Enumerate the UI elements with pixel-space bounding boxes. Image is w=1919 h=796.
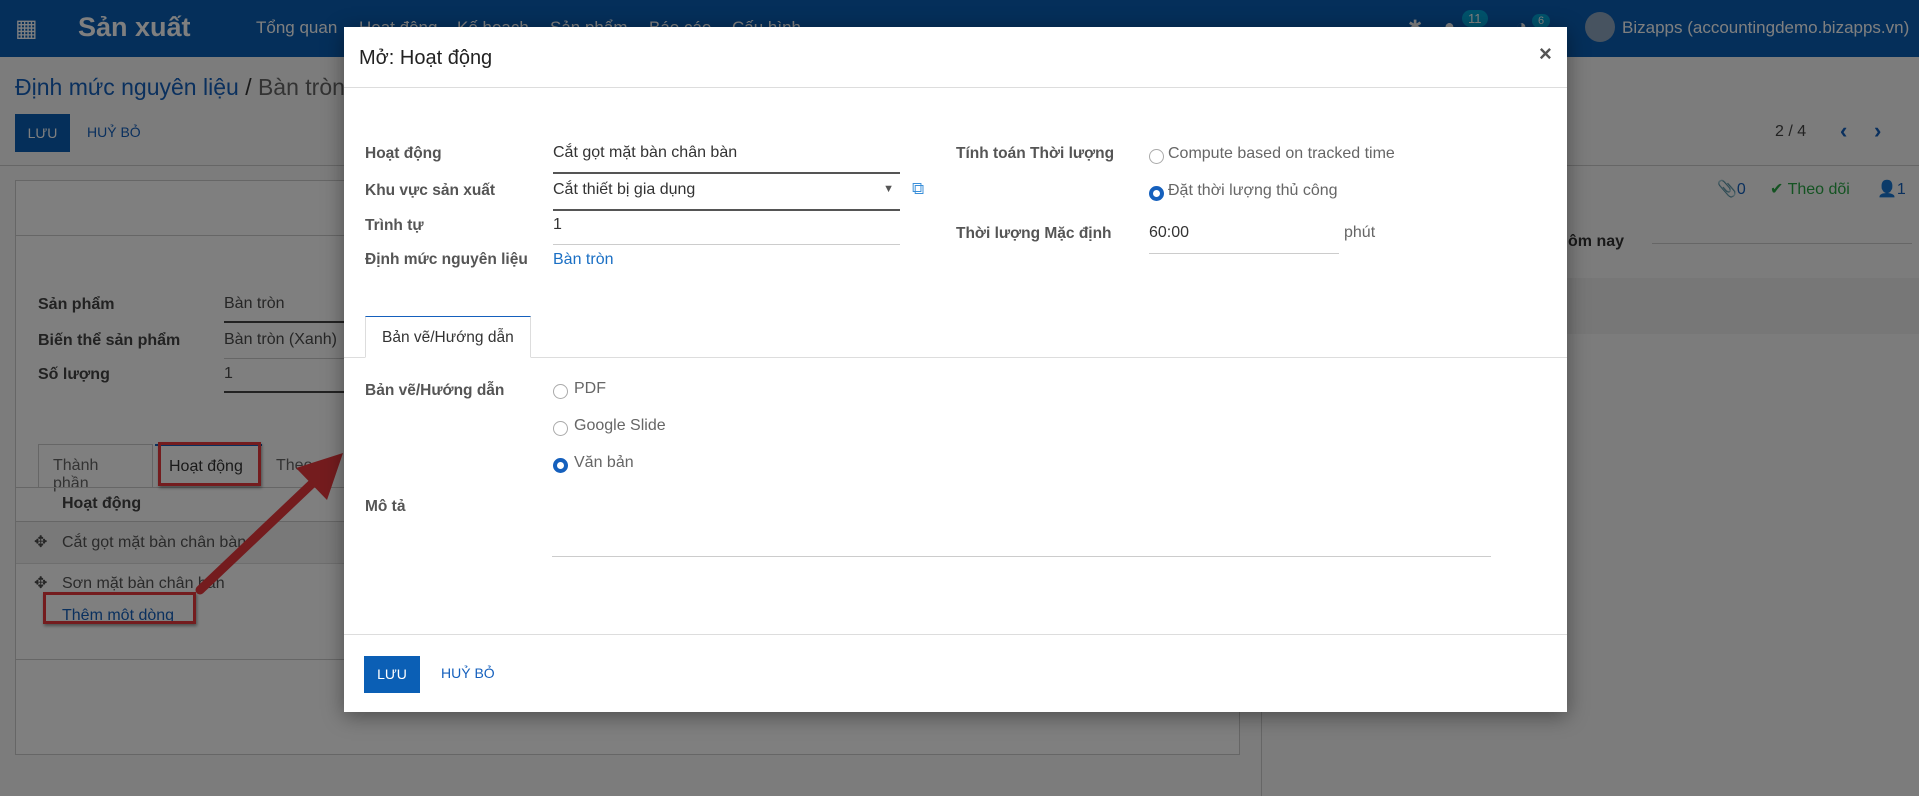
sequence-label: Trình tự — [365, 217, 424, 234]
tab-worksheet[interactable]: Bản vẽ/Hướng dẫn — [365, 316, 531, 358]
sequence-input[interactable]: 1 — [553, 216, 900, 245]
workcenter-value: Cắt thiết bị gia dụng — [553, 181, 696, 198]
workcenter-select[interactable]: Cắt thiết bị gia dụng ▼ — [553, 181, 900, 211]
radio-pdf[interactable] — [553, 384, 568, 399]
caret-down-icon[interactable]: ▼ — [883, 183, 894, 195]
dialog-title: Mở: Hoạt động — [359, 47, 493, 69]
external-link-icon[interactable]: ⧉ — [912, 179, 924, 199]
option-tracked-time: Compute based on tracked time — [1168, 145, 1395, 162]
description-label: Mô tả — [365, 498, 406, 515]
activity-dialog: Mở: Hoạt động × Hoạt động Cắt gọt mặt bà… — [344, 27, 1567, 712]
close-icon[interactable]: × — [1539, 41, 1552, 67]
header-divider — [344, 87, 1567, 88]
dialog-cancel-button[interactable]: HUỶ BỎ — [441, 665, 495, 681]
option-pdf: PDF — [574, 380, 606, 397]
radio-text[interactable] — [553, 458, 568, 473]
radio-manual-duration[interactable] — [1149, 186, 1164, 201]
footer-divider — [344, 634, 1567, 635]
operation-label: Hoạt động — [365, 145, 442, 162]
workcenter-label: Khu vực sản xuất — [365, 182, 496, 199]
option-manual-duration: Đặt thời lượng thủ công — [1168, 182, 1338, 199]
worksheet-label: Bản vẽ/Hướng dẫn — [365, 382, 505, 399]
option-google-slide: Google Slide — [574, 417, 666, 434]
operation-input[interactable]: Cắt gọt mặt bàn chân bàn — [553, 144, 900, 174]
duration-unit: phút — [1344, 224, 1376, 241]
description-textarea[interactable] — [552, 497, 1491, 557]
dialog-save-button[interactable]: LƯU — [364, 656, 420, 693]
radio-google-slide[interactable] — [553, 421, 568, 436]
bom-label: Định mức nguyên liệu — [365, 251, 528, 268]
default-duration-input[interactable]: 60:00 — [1149, 224, 1339, 254]
radio-tracked-time[interactable] — [1149, 149, 1164, 164]
option-text: Văn bản — [574, 454, 634, 471]
default-duration-label: Thời lượng Mặc định — [956, 225, 1112, 242]
duration-mode-label: Tính toán Thời lượng — [956, 145, 1115, 162]
bom-link[interactable]: Bàn tròn — [553, 251, 613, 269]
